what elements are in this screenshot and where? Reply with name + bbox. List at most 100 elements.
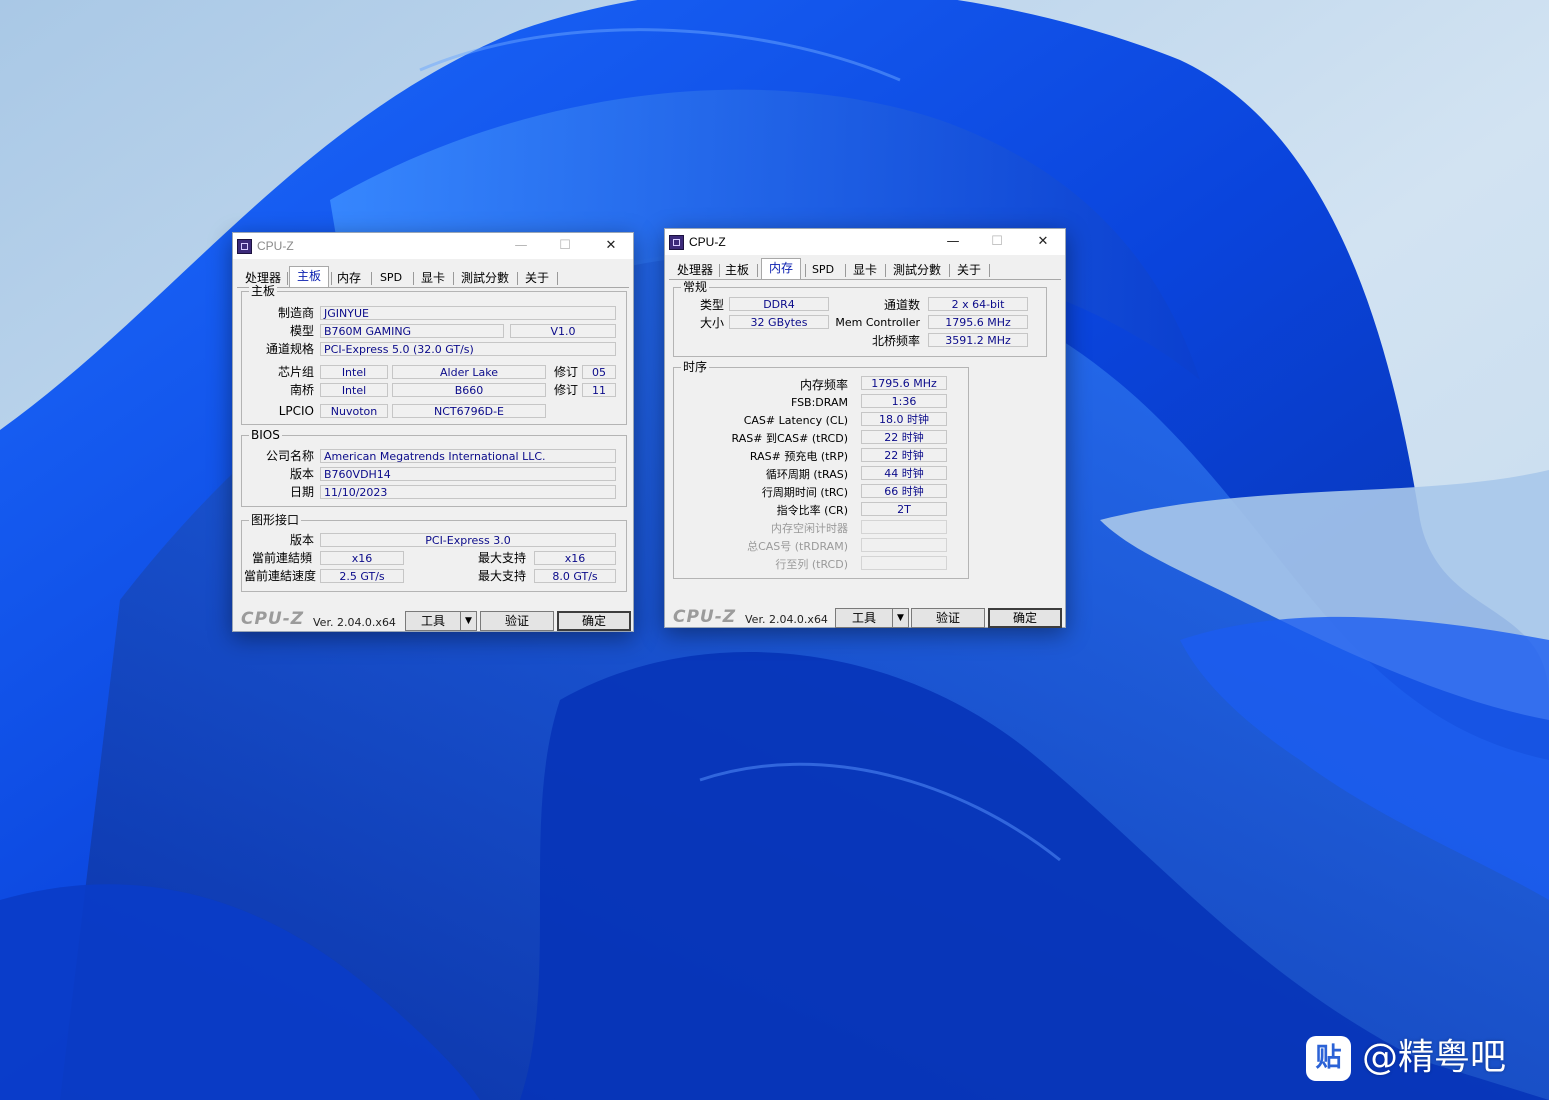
tab-bench[interactable]: 測試分數	[889, 261, 945, 279]
ok-button[interactable]: 确定	[557, 611, 631, 631]
gi-version-value: PCI-Express 3.0	[320, 533, 616, 547]
watermark-text: @精粤吧	[1362, 1037, 1507, 1078]
chipset-rev-label: 修订	[553, 365, 578, 379]
window-title: CPU-Z	[689, 235, 726, 249]
cpuz-footer-logo: CPU-Z	[241, 609, 305, 629]
group-title: BIOS	[249, 428, 282, 442]
southbridge-vendor-value: Intel	[320, 383, 388, 397]
tab-memory[interactable]: 内存	[335, 269, 363, 287]
model-value: B760M GAMING	[320, 324, 504, 338]
fsb-dram-label: FSB:DRAM	[790, 396, 848, 409]
bios-version-label: 版本	[289, 467, 314, 481]
tab-spd[interactable]: SPD	[377, 269, 405, 287]
maximize-button[interactable]: ☐	[543, 233, 587, 259]
southbridge-label: 南桥	[289, 383, 314, 397]
cas-latency-value: 18.0 时钟	[861, 412, 947, 426]
chipset-vendor-value: Intel	[320, 365, 388, 379]
trcd-value: 22 时钟	[861, 430, 947, 444]
gi-max-width-value: x16	[534, 551, 616, 565]
trdram-label: 总CAS号 (tRDRAM)	[747, 540, 848, 553]
idle-timer-value	[861, 520, 947, 534]
gi-link-width-value: x16	[320, 551, 404, 565]
command-rate-value: 2T	[861, 502, 947, 516]
channels-label: 通道数	[883, 298, 920, 312]
title-bar[interactable]: CPU-Z — ☐ ✕	[233, 233, 633, 259]
tab-separator	[989, 264, 990, 277]
trdram-value	[861, 538, 947, 552]
tab-separator	[845, 264, 846, 277]
tab-about[interactable]: 关于	[955, 261, 983, 279]
trp-label: RAS# 预充电 (tRP)	[749, 450, 848, 463]
tab-graphics[interactable]: 显卡	[851, 261, 879, 279]
tab-separator	[805, 264, 806, 277]
timings-group: 时序 内存频率 1795.6 MHz FSB:DRAM 1:36 CAS# La…	[673, 360, 969, 579]
gi-max-speed-value: 8.0 GT/s	[534, 569, 616, 583]
row-to-col-label: 行至列 (tRCD)	[775, 558, 848, 571]
southbridge-rev-value: 11	[582, 383, 616, 397]
ok-button[interactable]: 确定	[988, 608, 1062, 628]
tab-spd[interactable]: SPD	[809, 261, 837, 279]
group-title: 常规	[681, 280, 710, 294]
minimize-button[interactable]: —	[499, 233, 543, 259]
nb-freq-value: 3591.2 MHz	[928, 333, 1028, 347]
tools-button[interactable]: 工具	[835, 608, 893, 628]
tools-button[interactable]: 工具	[405, 611, 461, 631]
idle-timer-label: 内存空闲计时器	[771, 522, 848, 535]
model-label: 模型	[289, 324, 314, 338]
validate-button[interactable]: 验证	[480, 611, 554, 631]
version-label: Ver. 2.04.0.x64	[313, 616, 396, 629]
tab-mainboard[interactable]: 主板	[289, 266, 329, 287]
window-title: CPU-Z	[257, 239, 294, 253]
title-bar[interactable]: CPU-Z — ☐ ✕	[665, 229, 1065, 255]
tab-mainboard[interactable]: 主板	[723, 261, 751, 279]
tab-graphics[interactable]: 显卡	[419, 269, 447, 287]
fsb-dram-value: 1:36	[861, 394, 947, 408]
southbridge-name-value: B660	[392, 383, 546, 397]
tab-strip: 处理器 主板 内存 SPD 显卡 測試分數 关于	[669, 258, 1061, 280]
tab-separator	[757, 264, 758, 277]
mem-size-label: 大小	[699, 316, 724, 330]
tab-separator	[331, 272, 332, 285]
cas-latency-label: CAS# Latency (CL)	[743, 414, 848, 427]
mem-controller-label: Mem Controller	[835, 316, 920, 329]
tab-separator	[371, 272, 372, 285]
tab-cpu[interactable]: 处理器	[673, 261, 717, 279]
tras-value: 44 时钟	[861, 466, 947, 480]
tab-strip: 处理器 主板 内存 SPD 显卡 測試分數 关于	[237, 266, 629, 288]
mem-size-value: 32 GBytes	[729, 315, 829, 329]
gi-max-speed-label: 最大支持	[477, 569, 526, 583]
lpcio-label: LPCIO	[278, 404, 314, 418]
close-button[interactable]: ✕	[589, 233, 633, 259]
nb-freq-label: 北桥频率	[871, 334, 920, 348]
cpuz-app-icon	[669, 235, 684, 250]
tools-dropdown-arrow-icon[interactable]: ▼	[460, 611, 477, 631]
trc-value: 66 时钟	[861, 484, 947, 498]
motherboard-group: 主板 制造商 JGINYUE 模型 B760M GAMING V1.0 通道规格…	[241, 284, 627, 425]
bios-brand-label: 公司名称	[265, 449, 314, 463]
tab-memory[interactable]: 内存	[761, 258, 801, 279]
tab-about[interactable]: 关于	[523, 269, 551, 287]
cpuz-memory-window: CPU-Z — ☐ ✕ 处理器 主板 内存 SPD 显卡 測試分數 关于 常规 …	[664, 228, 1066, 628]
graphic-interface-group: 图形接口 版本 PCI-Express 3.0 當前連結頻 x16 最大支持 x…	[241, 513, 627, 592]
cpuz-footer-logo: CPU-Z	[673, 607, 737, 627]
tools-dropdown-arrow-icon[interactable]: ▼	[892, 608, 909, 628]
close-button[interactable]: ✕	[1021, 229, 1065, 255]
tab-separator	[413, 272, 414, 285]
validate-button[interactable]: 验证	[911, 608, 985, 628]
bios-brand-value: American Megatrends International LLC.	[320, 449, 616, 463]
gi-link-speed-value: 2.5 GT/s	[320, 569, 404, 583]
bus-spec-value: PCI-Express 5.0 (32.0 GT/s)	[320, 342, 616, 356]
chipset-label: 芯片组	[277, 365, 314, 379]
tab-separator	[453, 272, 454, 285]
dram-freq-label: 内存频率	[799, 378, 848, 392]
tab-separator	[949, 264, 950, 277]
southbridge-rev-label: 修订	[553, 383, 578, 397]
tab-bench[interactable]: 測試分數	[457, 269, 513, 287]
general-group: 常规 类型 DDR4 大小 32 GBytes 通道数 2 x 64-bit M…	[673, 280, 1047, 357]
row-to-col-value	[861, 556, 947, 570]
chipset-name-value: Alder Lake	[392, 365, 546, 379]
command-rate-label: 指令比率 (CR)	[776, 504, 848, 517]
maximize-button[interactable]: ☐	[975, 229, 1019, 255]
minimize-button[interactable]: —	[931, 229, 975, 255]
trcd-label: RAS# 到CAS# (tRCD)	[731, 432, 848, 445]
